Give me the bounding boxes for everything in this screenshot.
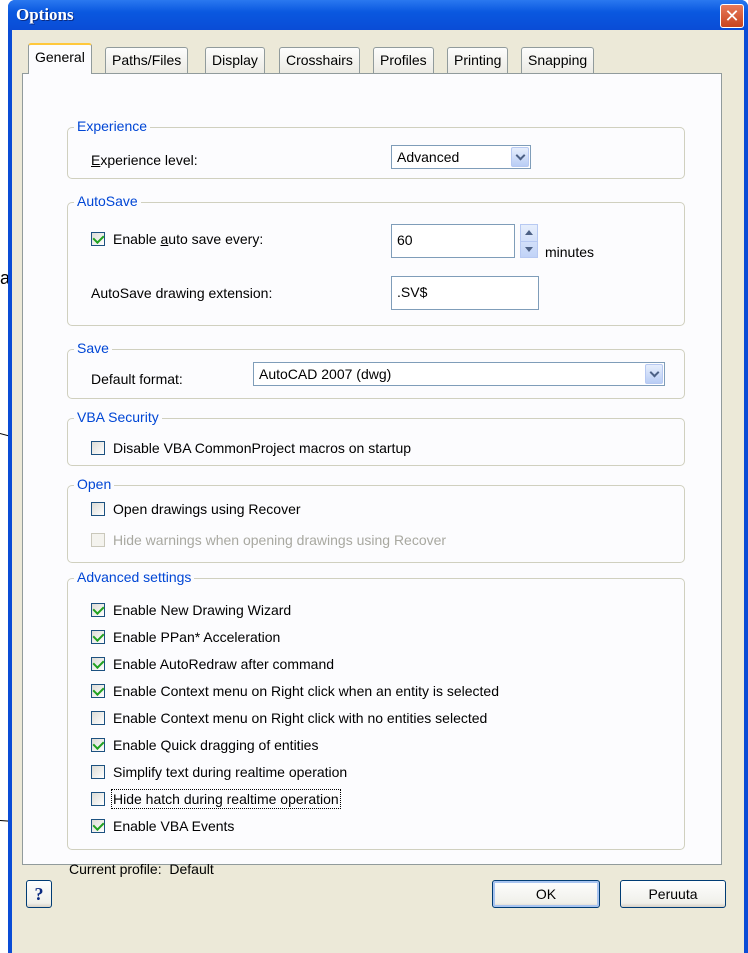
tab-paths-files[interactable]: Paths/Files	[105, 47, 189, 73]
autosave-extension-label: AutoSave drawing extension:	[91, 285, 273, 301]
advanced-item-label: Simplify text during realtime operation	[113, 764, 348, 780]
chevron-down-icon[interactable]	[645, 364, 663, 384]
advanced-item-checkbox[interactable]	[91, 630, 105, 644]
autosave-minutes-input[interactable]: 60	[391, 224, 515, 258]
tab-label: Printing	[454, 52, 502, 68]
autosave-extension-value: .SV$	[397, 284, 428, 300]
open-group: Open	[67, 476, 685, 563]
advanced-item-label: Enable AutoRedraw after command	[113, 656, 335, 672]
advanced-item-label: Enable Context menu on Right click when …	[113, 683, 499, 699]
tab-label: Crosshairs	[286, 52, 353, 68]
open-legend: Open	[74, 476, 115, 492]
autosave-legend: AutoSave	[74, 193, 141, 209]
vba-security-legend: VBA Security	[74, 409, 162, 425]
tab-label: Profiles	[380, 52, 427, 68]
open-using-recover-checkbox[interactable]	[91, 502, 105, 516]
tab-label: Display	[212, 52, 258, 68]
advanced-item-checkbox[interactable]	[91, 657, 105, 671]
general-tab-panel: Experience Experience level: Advanced Au…	[22, 73, 722, 877]
close-button[interactable]: ✕	[720, 4, 744, 28]
advanced-item-checkbox[interactable]	[91, 738, 105, 752]
tab-crosshairs[interactable]: Crosshairs	[279, 47, 360, 73]
advanced-item-checkbox[interactable]	[91, 603, 105, 617]
default-format-select[interactable]: AutoCAD 2007 (dwg)	[253, 362, 665, 386]
hide-warnings-label: Hide warnings when opening drawings usin…	[113, 532, 447, 548]
default-format-value: AutoCAD 2007 (dwg)	[259, 366, 392, 382]
advanced-item-checkbox[interactable]	[91, 765, 105, 779]
advanced-item-checkbox[interactable]	[91, 684, 105, 698]
disable-vba-macros-checkbox[interactable]	[91, 441, 105, 455]
tab-display[interactable]: Display	[205, 47, 265, 73]
advanced-item-label: Enable PPan* Acceleration	[113, 629, 281, 645]
autosave-extension-input[interactable]: .SV$	[391, 276, 539, 310]
advanced-item-checkbox[interactable]	[91, 711, 105, 725]
question-mark-icon: ?	[34, 883, 44, 904]
tab-snapping[interactable]: Snapping	[521, 47, 595, 73]
enable-autosave-checkbox[interactable]	[91, 232, 105, 246]
spin-up-icon[interactable]	[525, 230, 533, 235]
chevron-down-icon[interactable]	[511, 147, 529, 167]
close-icon: ✕	[724, 5, 740, 27]
enable-autosave-label: Enable auto save every:	[113, 231, 264, 247]
tab-printing[interactable]: Printing	[447, 47, 509, 73]
advanced-settings-legend: Advanced settings	[74, 569, 195, 585]
window-title: Options	[16, 5, 74, 24]
title-bar[interactable]: Options ✕	[8, 0, 748, 30]
current-profile-value: Default	[169, 861, 214, 877]
advanced-item-checkbox[interactable]	[91, 792, 105, 806]
help-button[interactable]: ?	[26, 880, 52, 908]
advanced-item-label: Enable New Drawing Wizard	[113, 602, 292, 618]
tab-profiles[interactable]: Profiles	[373, 47, 434, 73]
experience-legend: Experience	[74, 118, 151, 134]
tab-label: General	[35, 49, 85, 65]
advanced-item-label: Enable VBA Events	[113, 818, 235, 834]
autosave-group: AutoSave	[67, 193, 685, 326]
autosave-minutes-spinner[interactable]	[520, 224, 538, 258]
disable-vba-macros-label: Disable VBA CommonProject macros on star…	[113, 440, 412, 456]
tab-label: Paths/Files	[112, 52, 182, 68]
advanced-item-checkbox[interactable]	[91, 819, 105, 833]
autosave-minutes-value: 60	[397, 232, 413, 248]
advanced-item-label: Hide hatch during realtime operation	[111, 789, 341, 809]
ok-button[interactable]: OK	[492, 880, 600, 908]
save-legend: Save	[74, 340, 112, 356]
current-profile-label: Current profile: Default	[69, 861, 214, 877]
cancel-button[interactable]: Peruuta	[620, 880, 726, 908]
spin-down-icon[interactable]	[525, 247, 533, 252]
tab-label: Snapping	[528, 52, 588, 68]
default-format-label: Default format:	[91, 371, 183, 387]
advanced-item-label: Enable Context menu on Right click with …	[113, 710, 488, 726]
experience-level-label: Experience level:	[91, 152, 198, 168]
open-using-recover-label: Open drawings using Recover	[113, 501, 301, 517]
advanced-item-label: Enable Quick dragging of entities	[113, 737, 319, 753]
minutes-unit-label: minutes	[545, 244, 595, 260]
cancel-button-label: Peruuta	[648, 886, 698, 902]
hide-warnings-checkbox	[91, 533, 105, 547]
experience-level-select[interactable]: Advanced	[391, 145, 531, 169]
ok-button-label: OK	[535, 886, 557, 902]
tab-general[interactable]: General	[28, 43, 92, 74]
experience-level-value: Advanced	[397, 149, 460, 165]
